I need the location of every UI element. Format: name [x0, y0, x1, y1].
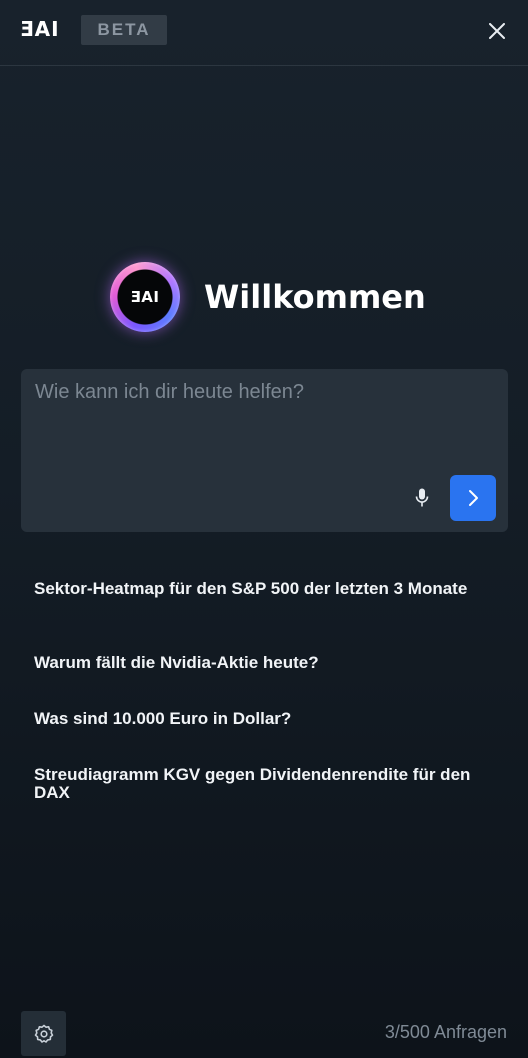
- chevron-right-icon: [469, 490, 478, 506]
- suggestion-item[interactable]: Streudiagramm KGV gegen Dividendenrendit…: [34, 766, 504, 802]
- suggestion-item[interactable]: Sektor-Heatmap für den S&P 500 der letzt…: [34, 580, 467, 598]
- prompt-input[interactable]: [33, 379, 497, 473]
- suggestion-item[interactable]: Warum fällt die Nvidia-Aktie heute?: [34, 654, 319, 672]
- close-button[interactable]: [484, 18, 510, 44]
- prompt-box: [21, 369, 508, 532]
- avatar-logo: ƎAI: [118, 270, 172, 324]
- header-bar: ƎAI BETA: [0, 0, 528, 66]
- usage-counter: 3/500 Anfragen: [384, 1022, 507, 1042]
- brand-logo: ƎAI: [20, 17, 60, 41]
- settings-button[interactable]: [21, 1011, 66, 1056]
- gear-icon: [34, 1024, 53, 1043]
- beta-badge: BETA: [81, 15, 167, 45]
- close-icon: [489, 23, 505, 39]
- microphone-button[interactable]: [411, 485, 433, 511]
- welcome-section: ƎAI Willkommen: [110, 262, 426, 332]
- microphone-icon: [415, 488, 429, 507]
- send-button[interactable]: [450, 475, 496, 521]
- welcome-title: Willkommen: [204, 278, 426, 316]
- assistant-avatar: ƎAI: [110, 262, 180, 332]
- suggestion-item[interactable]: Was sind 10.000 Euro in Dollar?: [34, 710, 291, 728]
